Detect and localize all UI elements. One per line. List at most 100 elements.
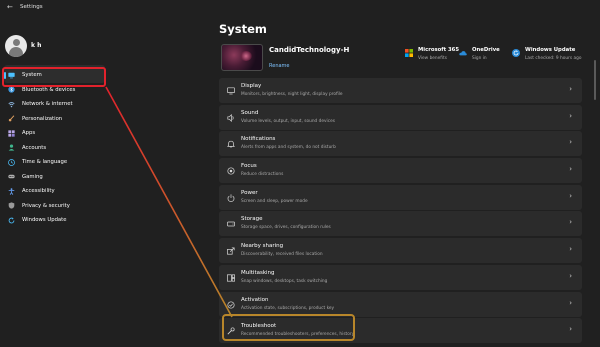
speaker-icon xyxy=(227,113,234,122)
card-subtitle: Reduce distractions xyxy=(241,172,284,178)
card-subtitle: Snap windows, desktops, task switching xyxy=(241,278,328,284)
card-title: Sound xyxy=(241,109,259,116)
back-arrow-icon[interactable]: ← xyxy=(7,3,13,11)
bluetooth-icon xyxy=(8,86,15,93)
main-content: System CandidTechnology-H Rename Microso… xyxy=(219,16,600,347)
bell-icon xyxy=(227,141,235,148)
window-title: Settings xyxy=(20,4,43,10)
title-bar: ← Settings xyxy=(0,0,600,16)
card-subtitle: Activation state, subscriptions, product… xyxy=(241,305,335,311)
card-multitasking[interactable]: Multitasking Snap windows, desktops, tas… xyxy=(219,264,582,290)
card-title: Notifications xyxy=(241,136,276,143)
card-activation[interactable]: Activation Activation state, subscriptio… xyxy=(219,291,582,317)
device-image xyxy=(221,44,263,71)
sidebar-item-label: Time & language xyxy=(22,159,68,166)
card-subtitle: Screen and sleep, power mode xyxy=(241,198,308,204)
card-subtitle: Volume levels, output, input, sound devi… xyxy=(241,118,335,124)
card-subtitle: Discoverability, received files location xyxy=(241,252,323,258)
card-title: Focus xyxy=(241,163,257,170)
multitask-icon xyxy=(227,274,235,282)
sidebar-nav: System Bluetooth & devices Network & int… xyxy=(4,68,105,228)
sidebar-item-label: Apps xyxy=(22,130,36,137)
sidebar-item-label: Bluetooth & devices xyxy=(22,86,76,93)
quick-link-subtitle: Sign in xyxy=(472,56,487,61)
display-icon xyxy=(227,87,235,95)
quick-link-microsoft-365[interactable]: Microsoft 365 View benefits xyxy=(405,47,459,61)
rename-link[interactable]: Rename xyxy=(269,63,290,69)
storage-icon xyxy=(227,222,235,227)
chevron-right-icon: › xyxy=(569,271,572,280)
card-subtitle: Alerts from apps and system, do not dist… xyxy=(241,145,336,151)
card-storage[interactable]: Storage Storage space, drives, configura… xyxy=(219,211,582,237)
chevron-right-icon: › xyxy=(569,191,572,200)
sidebar-item-label: Personalization xyxy=(22,115,63,122)
troubleshoot-highlight-annotation xyxy=(222,314,355,341)
sidebar-item-label: Accounts xyxy=(22,144,47,151)
quick-link-title: Microsoft 365 xyxy=(418,47,460,53)
card-title: Display xyxy=(241,83,262,89)
chevron-right-icon: › xyxy=(569,245,572,254)
device-name: CandidTechnology-H xyxy=(269,46,350,54)
card-title: Multitasking xyxy=(241,269,275,276)
quick-link-subtitle: Last checked: 9 hours ago xyxy=(525,56,582,61)
gamepad-icon xyxy=(8,175,15,179)
sidebar-item-accounts[interactable]: Accounts xyxy=(4,141,105,156)
shield-icon xyxy=(8,202,15,209)
quick-link-title: Windows Update xyxy=(525,47,576,53)
power-icon xyxy=(227,194,235,202)
accessibility-icon xyxy=(8,187,15,195)
sidebar-item-label: Windows Update xyxy=(22,217,67,224)
quick-link-windows-update[interactable]: Windows Update Last checked: 9 hours ago xyxy=(512,47,581,61)
brush-icon xyxy=(8,115,15,122)
sidebar-item-accessibility[interactable]: Accessibility xyxy=(4,184,105,199)
sidebar-item-network[interactable]: Network & internet xyxy=(4,97,105,112)
sidebar-item-time-language[interactable]: Time & language xyxy=(4,155,105,170)
sidebar-item-label: Privacy & security xyxy=(22,202,70,209)
card-title: Power xyxy=(241,189,258,196)
card-title: Storage xyxy=(241,216,263,223)
system-highlight-annotation xyxy=(2,67,106,87)
card-subtitle: Monitors, brightness, night light, displ… xyxy=(241,92,343,97)
card-power[interactable]: Power Screen and sleep, power mode › xyxy=(219,184,582,210)
chevron-right-icon: › xyxy=(569,111,572,120)
chevron-right-icon: › xyxy=(569,218,572,227)
chevron-right-icon: › xyxy=(569,298,572,307)
update-icon xyxy=(512,49,520,57)
chevron-right-icon: › xyxy=(569,85,572,93)
card-sound[interactable]: Sound Volume levels, output, input, soun… xyxy=(219,104,582,130)
card-notifications[interactable]: Notifications Alerts from apps and syste… xyxy=(219,131,582,157)
card-title: Activation xyxy=(241,296,269,303)
card-subtitle: Storage space, drives, configuration rul… xyxy=(241,225,331,231)
onedrive-icon xyxy=(459,51,467,56)
card-title: Nearby sharing xyxy=(241,243,284,250)
sidebar-item-personalization[interactable]: Personalization xyxy=(4,112,105,127)
sidebar: k h System Bluetooth & devices Network &… xyxy=(0,16,112,347)
sidebar-item-gaming[interactable]: Gaming xyxy=(4,170,105,185)
sidebar-item-windows-update[interactable]: Windows Update xyxy=(4,213,105,228)
quick-link-subtitle: View benefits xyxy=(418,56,447,61)
quick-link-title: OneDrive xyxy=(472,47,500,53)
card-nearby-sharing[interactable]: Nearby sharing Discoverability, received… xyxy=(219,238,582,264)
card-display[interactable]: Display Monitors, brightness, night ligh… xyxy=(219,78,582,103)
chevron-right-icon: › xyxy=(569,325,572,334)
sidebar-item-label: Network & internet xyxy=(22,101,73,108)
microsoft-icon xyxy=(405,49,413,57)
card-focus[interactable]: Focus Reduce distractions › xyxy=(219,158,582,184)
quick-link-onedrive[interactable]: OneDrive Sign in xyxy=(459,47,500,61)
person-icon xyxy=(8,144,15,151)
share-icon xyxy=(227,247,235,255)
page-title: System xyxy=(219,22,267,36)
focus-icon xyxy=(227,167,235,175)
scrollbar-thumb[interactable] xyxy=(594,60,596,100)
chevron-right-icon: › xyxy=(569,165,572,174)
sidebar-item-privacy-security[interactable]: Privacy & security xyxy=(4,199,105,214)
sidebar-item-label: Gaming xyxy=(22,173,43,180)
chevron-right-icon: › xyxy=(569,138,572,147)
network-icon xyxy=(8,101,15,108)
avatar[interactable] xyxy=(5,35,27,57)
settings-card-list: Display Monitors, brightness, night ligh… xyxy=(219,78,582,345)
activation-icon xyxy=(227,300,235,309)
sidebar-item-apps[interactable]: Apps xyxy=(4,126,105,141)
sidebar-item-label: Accessibility xyxy=(22,188,55,195)
user-name: k h xyxy=(31,42,42,49)
